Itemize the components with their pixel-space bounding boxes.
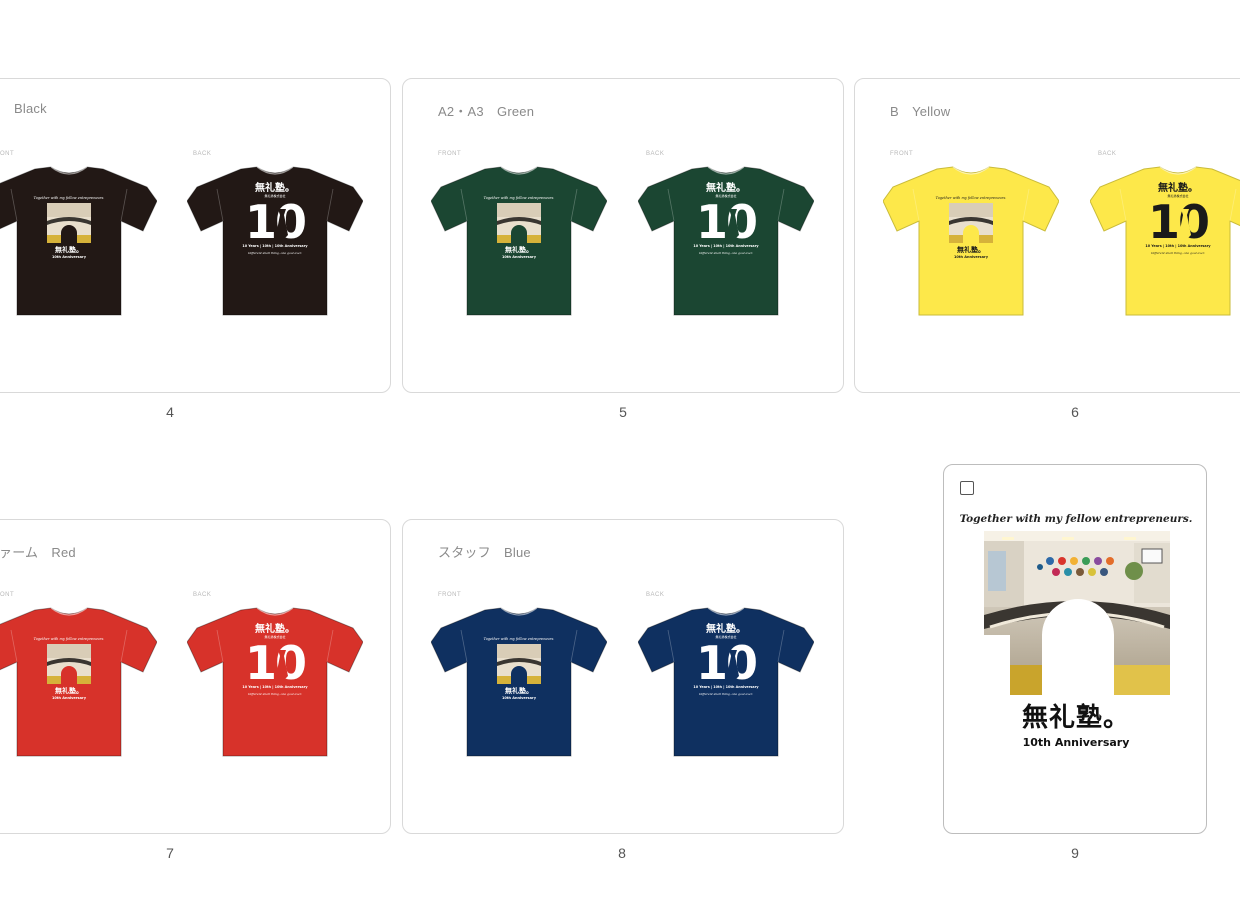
- svg-text:Different shall thing, one goa: Different shall thing, one goal ever.: [247, 692, 302, 696]
- front-shirt: Together with my fellow entrepreneurs. 無礼…: [883, 166, 1059, 316]
- front-shirt: Together with my fellow entrepreneurs. 無礼…: [0, 166, 157, 316]
- poster-card[interactable]: Together with my fellow entrepreneurs. B…: [943, 464, 1207, 834]
- card-title: B Yellow: [890, 104, 951, 119]
- back-label: BACK: [193, 151, 212, 157]
- svg-text:Together with my fellow entrep: Together with my fellow entrepreneurs.: [34, 196, 105, 200]
- page-number: 5: [619, 404, 627, 420]
- front-shirt: Together with my fellow entrepreneurs. 無礼…: [431, 166, 607, 316]
- svg-text:10th Anniversary: 10th Anniversary: [954, 255, 989, 259]
- front-label: FRONT: [890, 151, 914, 157]
- svg-text:無礼塾。: 無礼塾。: [706, 181, 746, 194]
- svg-text:10: 10: [696, 636, 756, 690]
- svg-text:10: 10: [245, 195, 305, 249]
- svg-text:10th Anniversary: 10th Anniversary: [52, 255, 87, 259]
- poster-tagline: Together with my fellow entrepreneurs.: [959, 513, 1193, 525]
- back-shirt: 無礼塾。無礼塾株式会社1010 Years | 10th | 10th Anni…: [638, 166, 814, 316]
- svg-text:無礼塾。: 無礼塾。: [1158, 181, 1198, 194]
- back-shirt: 無礼塾。無礼塾株式会社1010 Years | 10th | 10th Anni…: [1090, 166, 1240, 316]
- front-label: FRONT: [0, 592, 15, 598]
- front-shirt: Together with my fellow entrepreneurs. 無礼…: [431, 607, 607, 757]
- page-number: 8: [618, 845, 626, 861]
- card-black[interactable]: Black FRONT BACK Together with my fellow…: [0, 78, 391, 393]
- svg-text:Different shall thing, one goa: Different shall thing, one goal ever.: [247, 251, 302, 255]
- svg-text:Together with my fellow entrep: Together with my fellow entrepreneurs.: [936, 196, 1007, 200]
- card-title: スタッフ Blue: [438, 545, 531, 560]
- svg-text:無礼塾。: 無礼塾。: [706, 622, 746, 635]
- svg-text:無礼塾。: 無礼塾。: [55, 686, 83, 695]
- front-label: FRONT: [438, 151, 462, 157]
- front-shirt: Together with my fellow entrepreneurs. 無礼…: [0, 607, 157, 757]
- svg-text:Together with my fellow entrep: Together with my fellow entrepreneurs.: [484, 637, 555, 641]
- front-label: FRONT: [0, 151, 15, 157]
- svg-text:無礼塾。: 無礼塾。: [505, 245, 533, 254]
- svg-text:10 Years | 10th | 10th Anniver: 10 Years | 10th | 10th Anniversary: [242, 685, 308, 689]
- page-number: 4: [166, 404, 174, 420]
- svg-text:10 Years | 10th | 10th Anniver: 10 Years | 10th | 10th Anniversary: [1145, 244, 1211, 248]
- svg-text:10 Years | 10th | 10th Anniver: 10 Years | 10th | 10th Anniversary: [693, 685, 759, 689]
- back-label: BACK: [646, 151, 665, 157]
- svg-text:無礼塾。: 無礼塾。: [255, 181, 295, 194]
- card-blue[interactable]: スタッフ Blue FRONT BACK Together with my fe…: [402, 519, 844, 834]
- back-label: BACK: [193, 592, 212, 598]
- poster-photo: BurLE: [984, 531, 1170, 695]
- back-shirt: 無礼塾。無礼塾株式会社1010 Years | 10th | 10th Anni…: [638, 607, 814, 757]
- card-title: ァーム Red: [0, 545, 76, 560]
- svg-text:Together with my fellow entrep: Together with my fellow entrepreneurs.: [34, 637, 105, 641]
- svg-text:10: 10: [696, 195, 756, 249]
- svg-text:Different shall thing, one goa: Different shall thing, one goal ever.: [698, 251, 753, 255]
- svg-text:Different shall thing, one goa: Different shall thing, one goal ever.: [1150, 251, 1205, 255]
- back-shirt: 無礼塾。無礼塾株式会社1010 Years | 10th | 10th Anni…: [187, 166, 363, 316]
- svg-text:Together with my fellow entrep: Together with my fellow entrepreneurs.: [484, 196, 555, 200]
- back-label: BACK: [646, 592, 665, 598]
- select-checkbox[interactable]: [960, 481, 974, 495]
- card-red[interactable]: ァーム Red FRONT BACK Together with my fell…: [0, 519, 391, 834]
- poster-logo: 無礼塾。: [1021, 703, 1130, 733]
- back-shirt: 無礼塾。無礼塾株式会社1010 Years | 10th | 10th Anni…: [187, 607, 363, 757]
- card-yellow[interactable]: B Yellow FRONT BACK Together with my fel…: [854, 78, 1240, 393]
- svg-text:10 Years | 10th | 10th Anniver: 10 Years | 10th | 10th Anniversary: [693, 244, 759, 248]
- svg-text:10th Anniversary: 10th Anniversary: [502, 696, 537, 700]
- card-title: A2・A3 Green: [438, 104, 535, 119]
- svg-text:10: 10: [245, 636, 305, 690]
- card-green[interactable]: A2・A3 Green FRONT BACK Together with my …: [402, 78, 844, 393]
- svg-text:10th Anniversary: 10th Anniversary: [502, 255, 537, 259]
- svg-text:無礼塾。: 無礼塾。: [957, 245, 985, 254]
- svg-text:無礼塾。: 無礼塾。: [255, 622, 295, 635]
- page-number: 6: [1071, 404, 1079, 420]
- svg-text:10: 10: [1148, 195, 1208, 249]
- svg-text:無礼塾。: 無礼塾。: [55, 245, 83, 254]
- back-label: BACK: [1098, 151, 1117, 157]
- front-label: FRONT: [438, 592, 462, 598]
- card-title: Black: [14, 101, 47, 116]
- svg-text:無礼塾。: 無礼塾。: [505, 686, 533, 695]
- svg-text:BurLE: BurLE: [1065, 618, 1088, 626]
- svg-text:Different shall thing, one goa: Different shall thing, one goal ever.: [698, 692, 753, 696]
- svg-text:10 Years | 10th | 10th Anniver: 10 Years | 10th | 10th Anniversary: [242, 244, 308, 248]
- page-number: 7: [166, 845, 174, 861]
- page-number: 9: [1071, 845, 1079, 861]
- poster-anniversary: 10th Anniversary: [1022, 736, 1130, 749]
- svg-text:10th Anniversary: 10th Anniversary: [52, 696, 87, 700]
